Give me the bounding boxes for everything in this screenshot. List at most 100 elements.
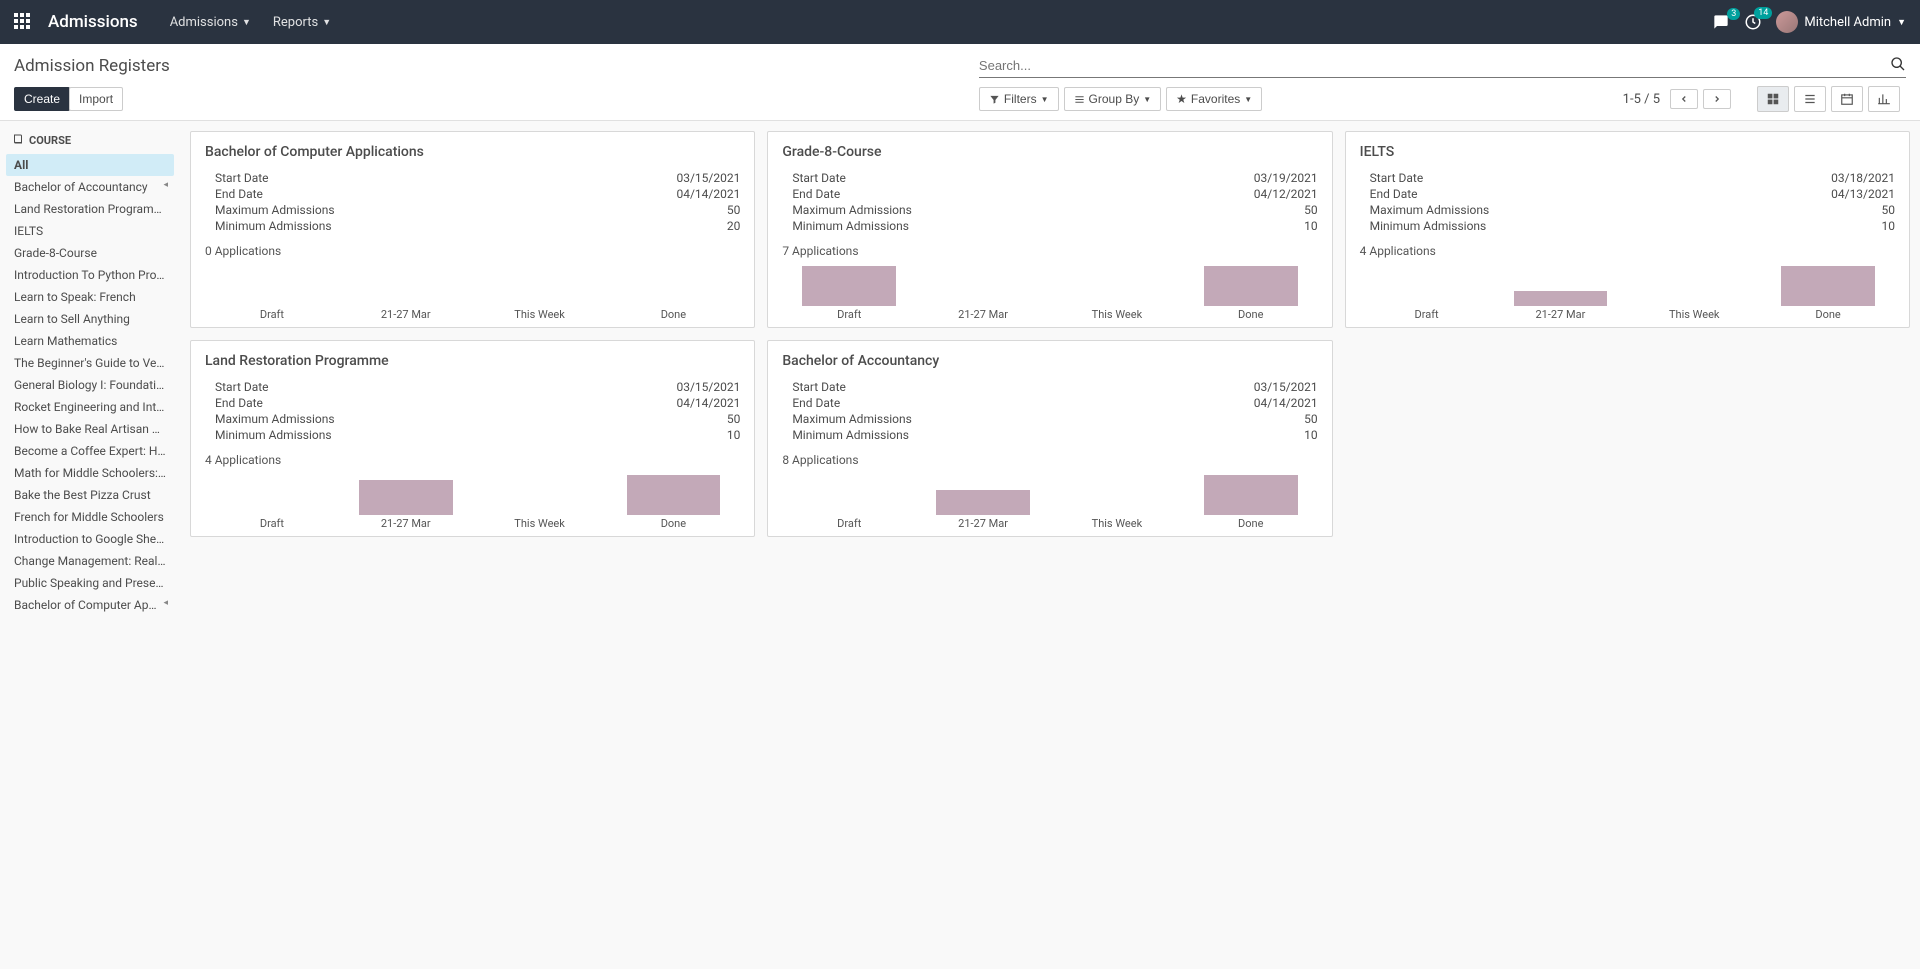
- sidebar-item[interactable]: Grade-8-Course: [6, 242, 174, 264]
- field-label: End Date: [215, 396, 263, 410]
- activities-badge: 14: [1754, 7, 1772, 19]
- card-chart: [1360, 262, 1895, 306]
- field-value: 03/18/2021: [1831, 171, 1895, 185]
- view-calendar-button[interactable]: [1831, 86, 1863, 112]
- card-field-row: Start Date03/18/2021: [1360, 170, 1895, 186]
- chart-category-label: 21-27 Mar: [339, 517, 473, 530]
- chart-bar: [936, 490, 1030, 515]
- sidebar-item[interactable]: General Biology I: Foundatio…: [6, 374, 174, 396]
- sidebar-item[interactable]: Learn to Speak: French: [6, 286, 174, 308]
- menu-reports-label: Reports: [273, 15, 318, 30]
- card-field-row: Minimum Admissions20: [205, 218, 740, 234]
- favorites-button[interactable]: ★ Favorites ▼: [1166, 87, 1262, 111]
- field-value: 50: [727, 203, 741, 217]
- chevron-right-icon: [1712, 94, 1722, 104]
- menu-reports[interactable]: Reports ▼: [273, 15, 331, 30]
- card-field-row: Maximum Admissions50: [205, 411, 740, 427]
- chart-category-label: 21-27 Mar: [916, 308, 1050, 321]
- apps-icon[interactable]: [14, 13, 32, 31]
- card-title: Land Restoration Programme: [205, 353, 740, 369]
- kanban-icon: [1766, 92, 1780, 106]
- card-field-row: Start Date03/19/2021: [782, 170, 1317, 186]
- sidebar-item[interactable]: Land Restoration Programme: [6, 198, 174, 220]
- kanban-card[interactable]: Bachelor of AccountancyStart Date03/15/2…: [767, 340, 1332, 537]
- field-value: 04/13/2021: [1831, 187, 1895, 201]
- chart-category-label: Done: [606, 308, 740, 321]
- kanban-card[interactable]: Land Restoration ProgrammeStart Date03/1…: [190, 340, 755, 537]
- field-value: 50: [1304, 203, 1318, 217]
- chart-category-label: Done: [606, 517, 740, 530]
- pager-next-button[interactable]: [1703, 89, 1731, 109]
- chart-bar: [1204, 475, 1298, 515]
- menu-admissions[interactable]: Admissions ▼: [170, 15, 251, 30]
- sidebar-item[interactable]: Math for Middle Schoolers: S…: [6, 462, 174, 484]
- messages-icon[interactable]: 3: [1712, 14, 1730, 30]
- kanban-card[interactable]: IELTSStart Date03/18/2021End Date04/13/2…: [1345, 131, 1910, 328]
- sidebar-item[interactable]: Rocket Engineering and Inte…: [6, 396, 174, 418]
- star-icon: ★: [1176, 92, 1187, 106]
- view-list-button[interactable]: [1794, 86, 1826, 112]
- sidebar-item[interactable]: The Beginner's Guide to Veg…: [6, 352, 174, 374]
- sidebar: COURSE AllBachelor of Accountancy◂Land R…: [0, 121, 180, 968]
- card-field-row: End Date04/14/2021: [205, 395, 740, 411]
- field-label: Minimum Admissions: [215, 219, 332, 233]
- sidebar-item[interactable]: IELTS: [6, 220, 174, 242]
- chart-category-label: 21-27 Mar: [1493, 308, 1627, 321]
- create-button[interactable]: Create: [14, 87, 70, 111]
- sidebar-item[interactable]: Bachelor of Computer Ap…◂: [6, 594, 174, 616]
- app-brand[interactable]: Admissions: [48, 12, 138, 32]
- calendar-icon: [1840, 92, 1854, 106]
- chart-category-label: This Week: [1627, 308, 1761, 321]
- sidebar-item[interactable]: Public Speaking and Present…: [6, 572, 174, 594]
- sidebar-item[interactable]: Introduction to Google Sheets: [6, 528, 174, 550]
- chart-bar: [1204, 266, 1298, 306]
- user-name: Mitchell Admin: [1804, 15, 1891, 30]
- chart-category-label: Done: [1761, 308, 1895, 321]
- applications-count: 4 Applications: [1360, 244, 1895, 258]
- sidebar-group-title: COURSE: [12, 133, 168, 148]
- field-label: Start Date: [215, 171, 269, 185]
- kanban-card[interactable]: Bachelor of Computer ApplicationsStart D…: [190, 131, 755, 328]
- chart-bar: [802, 266, 896, 306]
- filters-button[interactable]: Filters ▼: [979, 87, 1059, 111]
- card-chart: [205, 471, 740, 515]
- view-graph-button[interactable]: [1868, 86, 1900, 112]
- card-field-row: Maximum Admissions50: [205, 202, 740, 218]
- group-by-button[interactable]: Group By ▼: [1064, 87, 1162, 111]
- sidebar-item[interactable]: Bachelor of Accountancy◂: [6, 176, 174, 198]
- caret-down-icon: ▼: [322, 17, 331, 28]
- sidebar-item[interactable]: Bake the Best Pizza Crust: [6, 484, 174, 506]
- sidebar-item[interactable]: Learn to Sell Anything: [6, 308, 174, 330]
- graph-icon: [1877, 92, 1891, 106]
- field-label: End Date: [792, 396, 840, 410]
- caret-down-icon: ▼: [1897, 17, 1906, 28]
- field-value: 50: [1304, 412, 1318, 426]
- sidebar-item[interactable]: How to Bake Real Artisan Br…: [6, 418, 174, 440]
- import-button[interactable]: Import: [69, 87, 123, 111]
- search-icon[interactable]: [1890, 56, 1906, 76]
- field-value: 10: [727, 428, 741, 442]
- chart-category-label: 21-27 Mar: [916, 517, 1050, 530]
- chart-category-label: This Week: [1050, 308, 1184, 321]
- sidebar-item[interactable]: Become a Coffee Expert: Ho…: [6, 440, 174, 462]
- applications-count: 0 Applications: [205, 244, 740, 258]
- pager-prev-button[interactable]: [1670, 89, 1698, 109]
- control-bar: Admission Registers Create Import Filter…: [0, 44, 1920, 121]
- sidebar-item[interactable]: Learn Mathematics: [6, 330, 174, 352]
- pager-text[interactable]: 1-5 / 5: [1623, 92, 1660, 107]
- search-input[interactable]: [979, 54, 1890, 77]
- chart-category-label: This Week: [473, 308, 607, 321]
- caret-down-icon: ▼: [1143, 95, 1151, 104]
- sidebar-item[interactable]: Introduction To Python Progr…: [6, 264, 174, 286]
- user-menu[interactable]: Mitchell Admin ▼: [1776, 11, 1906, 33]
- card-field-row: End Date04/14/2021: [205, 186, 740, 202]
- view-kanban-button[interactable]: [1757, 86, 1789, 112]
- activities-icon[interactable]: 14: [1744, 13, 1762, 31]
- sidebar-item[interactable]: Change Management: Real …: [6, 550, 174, 572]
- sidebar-item[interactable]: All: [6, 154, 174, 176]
- field-label: End Date: [1370, 187, 1418, 201]
- kanban-card[interactable]: Grade-8-CourseStart Date03/19/2021End Da…: [767, 131, 1332, 328]
- field-label: Maximum Admissions: [792, 203, 912, 217]
- field-value: 10: [1304, 428, 1318, 442]
- sidebar-item[interactable]: French for Middle Schoolers: [6, 506, 174, 528]
